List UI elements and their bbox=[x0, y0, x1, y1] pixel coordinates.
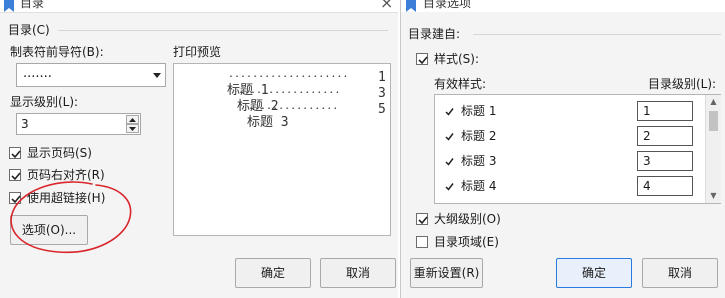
left-ok-button[interactable]: 确定 bbox=[235, 258, 311, 288]
section-divider bbox=[473, 34, 721, 35]
style-level-input[interactable]: 1 bbox=[637, 101, 693, 121]
close-icon[interactable]: × bbox=[380, 0, 393, 11]
caret-down-icon bbox=[129, 127, 136, 131]
checkmark-icon bbox=[445, 183, 454, 191]
caret-up-icon bbox=[129, 118, 136, 122]
toc-fields-label[interactable]: 目录项域(E) bbox=[434, 234, 499, 250]
chevron-down-icon[interactable] bbox=[153, 73, 161, 79]
level-label: 显示级别(L): bbox=[10, 95, 79, 109]
preview-entry-3: 标题 3 ............... 5 bbox=[200, 101, 386, 168]
toc-options-title: 目录选项 bbox=[423, 0, 472, 10]
preview-leader-dots: .................... bbox=[228, 69, 349, 80]
scroll-up-icon[interactable]: ▲ bbox=[706, 97, 721, 106]
outline-level-checkbox[interactable] bbox=[416, 213, 428, 225]
wps-doc-icon bbox=[4, 0, 14, 12]
preview-leader-dots: ............... bbox=[248, 101, 339, 112]
left-cancel-button[interactable]: 取消 bbox=[320, 258, 396, 288]
checkmark-icon bbox=[11, 150, 21, 159]
reset-button[interactable]: 重新设置(R) bbox=[410, 258, 483, 288]
wps-doc-icon bbox=[406, 0, 416, 12]
preview-entry-page: 3 bbox=[378, 86, 386, 101]
print-preview-box: 标题 1 .................... 1 标题 2 .......… bbox=[173, 63, 391, 236]
show-page-numbers-checkbox[interactable] bbox=[9, 147, 21, 159]
toc-fields-checkbox[interactable] bbox=[416, 236, 428, 248]
tab-toc[interactable]: 目录(C) bbox=[8, 22, 50, 38]
level-spinner[interactable]: 3 bbox=[16, 113, 141, 135]
style-level-input[interactable]: 2 bbox=[637, 126, 693, 146]
checkmark-icon bbox=[445, 133, 454, 141]
toc-options-dialog: 目录选项 目录建自: 样式(S): 有效样式: 目录级别(L): 标题 1 1 … bbox=[400, 0, 725, 298]
right-ok-button[interactable]: 确定 bbox=[556, 258, 632, 288]
outline-level-label[interactable]: 大纲级别(O) bbox=[434, 211, 501, 227]
spinner-up-button[interactable] bbox=[126, 115, 139, 124]
checkmark-icon bbox=[418, 216, 428, 225]
checkmark-icon bbox=[445, 158, 454, 166]
build-from-label: 目录建自: bbox=[408, 27, 461, 41]
red-circle-annotation bbox=[10, 181, 132, 254]
toc-dialog: 目录 × 目录(C) 制表符前导符(B): ....... 显示级别(L): 3… bbox=[0, 0, 398, 298]
styles-label[interactable]: 样式(S): bbox=[434, 51, 479, 67]
toc-options-titlebar: 目录选项 bbox=[401, 0, 725, 12]
available-styles-header: 有效样式: bbox=[434, 77, 487, 91]
style-name: 标题 4 bbox=[461, 179, 497, 193]
checkmark-icon bbox=[418, 56, 428, 65]
toc-dialog-titlebar: 目录 × bbox=[0, 0, 398, 13]
preview-entry-text: 标题 3 bbox=[246, 115, 289, 130]
leader-select-value: ....... bbox=[23, 66, 52, 81]
toc-level-header: 目录级别(L): bbox=[648, 77, 717, 91]
style-level-input[interactable]: 3 bbox=[637, 151, 693, 171]
checkmark-icon bbox=[445, 108, 454, 116]
scrollbar-thumb[interactable] bbox=[709, 111, 718, 131]
scroll-down-icon[interactable]: ▼ bbox=[706, 191, 721, 200]
preview-leader-dots: ................. bbox=[238, 85, 341, 96]
toc-dialog-title: 目录 bbox=[20, 0, 45, 10]
style-name: 标题 2 bbox=[461, 129, 497, 143]
section-divider bbox=[58, 30, 388, 31]
leader-select[interactable]: ....... bbox=[16, 63, 166, 87]
right-cancel-button[interactable]: 取消 bbox=[642, 258, 718, 288]
style-name: 标题 3 bbox=[461, 154, 497, 168]
styles-checkbox[interactable] bbox=[416, 53, 428, 65]
show-page-numbers-label[interactable]: 显示页码(S) bbox=[27, 145, 92, 161]
style-level-input[interactable]: 4 bbox=[637, 176, 693, 196]
preview-label: 打印预览 bbox=[173, 45, 222, 59]
style-name: 标题 1 bbox=[461, 104, 497, 118]
styles-list-scrollbar[interactable]: ▲ ▼ bbox=[705, 95, 721, 203]
preview-entry-page: 1 bbox=[378, 70, 386, 85]
level-spinner-value: 3 bbox=[21, 117, 29, 131]
leader-label: 制表符前导符(B): bbox=[10, 45, 104, 59]
styles-list: 标题 1 1 标题 2 2 标题 3 3 标题 4 4 ▲ ▼ bbox=[434, 94, 721, 204]
spinner-down-button[interactable] bbox=[126, 124, 139, 133]
preview-entry-page: 5 bbox=[378, 102, 386, 117]
